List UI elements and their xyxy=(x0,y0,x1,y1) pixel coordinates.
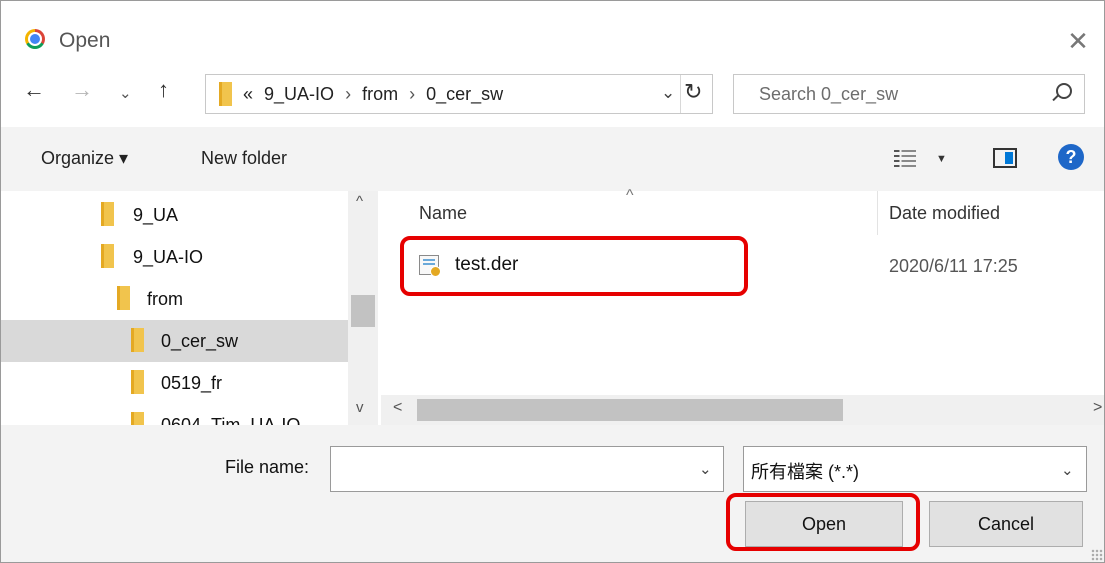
file-type-select[interactable]: 所有檔案 (*.*) ⌄ xyxy=(743,446,1087,492)
tree-item-0-cer-sw[interactable]: 0_cer_sw xyxy=(1,320,348,362)
folder-icon xyxy=(219,82,232,106)
column-divider[interactable] xyxy=(877,191,878,235)
organize-button[interactable]: Organize ▾ xyxy=(41,148,128,169)
chrome-icon xyxy=(25,29,45,49)
sort-chevron-icon: ^ xyxy=(626,187,634,204)
scroll-right-icon[interactable]: > xyxy=(1093,399,1102,417)
recent-locations-chevron-icon[interactable]: ⌄ xyxy=(119,84,132,102)
resize-grip[interactable] xyxy=(1091,549,1103,561)
column-name-header[interactable]: Name xyxy=(419,203,467,224)
window-title: Open xyxy=(59,29,111,52)
navigation-pane: 9_UA 9_UA-IO from 0_cer_sw 0519_fr 0604_… xyxy=(1,191,381,425)
column-date-header[interactable]: Date modified xyxy=(889,203,1000,224)
tree-item-from[interactable]: from xyxy=(1,278,348,320)
tree-item-label: 0_cer_sw xyxy=(161,331,239,351)
breadcrumb-separator-icon[interactable]: › xyxy=(409,84,415,104)
folder-icon xyxy=(131,328,144,352)
preview-pane-icon[interactable] xyxy=(993,148,1017,168)
close-icon[interactable]: ✕ xyxy=(1063,27,1093,57)
tree-item-0519-fr[interactable]: 0519_fr xyxy=(1,362,348,404)
search-icon[interactable] xyxy=(1056,83,1072,99)
scrollbar-thumb[interactable] xyxy=(351,295,375,327)
change-view-icon[interactable] xyxy=(894,147,916,167)
breadcrumb-item[interactable]: 0_cer_sw xyxy=(426,84,503,104)
file-date-modified: 2020/6/11 17:25 xyxy=(889,256,1018,276)
breadcrumb-separator-icon[interactable]: › xyxy=(345,84,351,104)
file-type-value: 所有檔案 (*.*) xyxy=(751,462,859,482)
help-icon[interactable]: ? xyxy=(1058,144,1084,170)
horizontal-scrollbar[interactable]: < > xyxy=(381,395,1104,425)
breadcrumb-item[interactable]: 9_UA-IO xyxy=(264,84,334,104)
forward-arrow-icon[interactable]: → xyxy=(71,77,93,103)
tree-item-9-ua-io[interactable]: 9_UA-IO xyxy=(1,236,348,278)
footer: File name: ⌄ 所有檔案 (*.*) ⌄ Open Cancel xyxy=(1,425,1104,562)
scroll-left-icon[interactable]: < xyxy=(393,399,402,417)
refresh-icon[interactable]: ↻ xyxy=(684,79,702,105)
file-type-dropdown-icon[interactable]: ⌄ xyxy=(1061,461,1074,479)
breadcrumb-overflow[interactable]: « xyxy=(243,84,253,104)
tree-item-label: 9_UA-IO xyxy=(133,247,204,267)
navigation-scrollbar[interactable]: ^ v xyxy=(348,191,378,425)
tree-item-9-ua[interactable]: 9_UA xyxy=(1,194,348,236)
divider xyxy=(680,75,681,113)
file-name-input[interactable] xyxy=(330,446,724,492)
breadcrumb-item[interactable]: from xyxy=(362,84,398,104)
breadcrumb: « 9_UA-IO › from › 0_cer_sw xyxy=(243,84,509,105)
file-list: ^ Name Date modified test.der 2020/6/11 … xyxy=(381,187,1104,425)
folder-icon xyxy=(131,412,144,425)
address-bar[interactable]: « 9_UA-IO › from › 0_cer_sw ⌄ ↻ xyxy=(205,74,713,114)
scroll-up-icon[interactable]: ^ xyxy=(356,193,363,210)
tree-item-label: 9_UA xyxy=(133,205,179,225)
new-folder-button[interactable]: New folder xyxy=(201,148,287,169)
search-input[interactable]: Search 0_cer_sw xyxy=(759,84,898,105)
up-arrow-icon[interactable]: ↑ xyxy=(158,77,169,103)
view-options-dropdown-icon[interactable]: ▼ xyxy=(936,153,947,165)
folder-icon xyxy=(101,244,114,268)
tree-item-label: from xyxy=(147,289,183,309)
scrollbar-thumb[interactable] xyxy=(417,399,843,421)
tree-item-0604-tim-ua-io[interactable]: 0604_Tim_UA-IO xyxy=(1,404,348,425)
cancel-button[interactable]: Cancel xyxy=(929,501,1083,547)
folder-icon xyxy=(101,202,114,226)
file-name-label: File name: xyxy=(225,457,310,477)
back-arrow-icon[interactable]: ← xyxy=(23,77,45,103)
tree-item-label: 0604_Tim_UA-IO xyxy=(161,415,301,425)
folder-icon xyxy=(131,370,144,394)
highlight-annotation-open-button xyxy=(726,493,920,551)
search-box[interactable]: Search 0_cer_sw xyxy=(733,74,1085,114)
address-dropdown-icon[interactable]: ⌄ xyxy=(661,83,675,103)
folder-icon xyxy=(117,286,130,310)
command-bar: Organize ▾ New folder ▼ ? xyxy=(1,127,1104,191)
tree-item-label: 0519_fr xyxy=(161,373,223,393)
highlight-annotation-file xyxy=(400,236,748,296)
file-name-dropdown-icon[interactable]: ⌄ xyxy=(699,460,712,478)
title-bar: Open ✕ xyxy=(1,1,1104,63)
column-header: ^ Name Date modified xyxy=(381,187,1104,235)
scroll-down-icon[interactable]: v xyxy=(356,399,364,416)
